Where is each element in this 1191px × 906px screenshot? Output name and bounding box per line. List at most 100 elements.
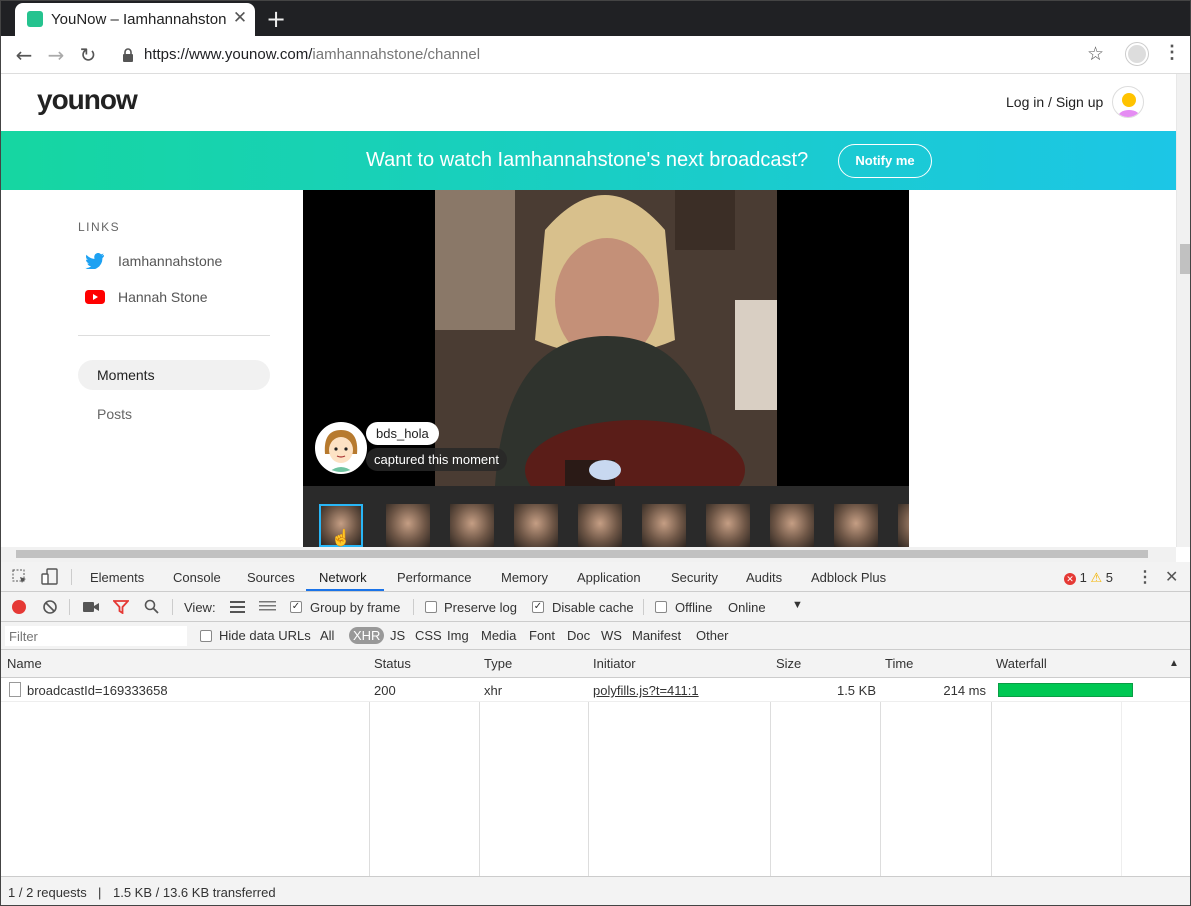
row-name[interactable]: broadcastId=169333658 [27, 683, 168, 698]
column-header-name[interactable]: Name [7, 656, 42, 671]
column-header-size[interactable]: Size [776, 656, 801, 671]
sort-up-icon[interactable]: ▲ [1169, 658, 1179, 669]
row-type: xhr [484, 683, 503, 698]
vertical-scroll-thumb[interactable] [1180, 244, 1190, 274]
younow-logo[interactable]: younow [37, 84, 138, 116]
moment-thumbnail[interactable] [706, 504, 750, 547]
moment-username[interactable]: bds_hola [366, 422, 439, 445]
warning-count: 5 [1105, 570, 1113, 585]
filter-type-img[interactable]: Img [447, 628, 469, 643]
new-tab-button[interactable]: + [266, 5, 286, 33]
kebab-menu-icon[interactable]: ⋮ [1163, 42, 1181, 63]
url-host: https://www.younow.com/ [144, 46, 313, 63]
tab-memory[interactable]: Memory [501, 570, 548, 585]
nav-moments[interactable]: Moments [78, 360, 270, 390]
page-vertical-scrollbar[interactable] [1176, 74, 1190, 547]
moment-thumbnail[interactable] [642, 504, 686, 547]
moment-video-player[interactable]: bds_hola captured this moment [303, 190, 909, 486]
issue-counter[interactable]: ✕ 1 ⚠ 5 [1064, 570, 1113, 586]
close-tab-icon[interactable]: ✕ [231, 8, 249, 28]
toolbar-divider [413, 599, 414, 615]
inspect-element-icon[interactable] [12, 569, 28, 585]
video-frame [435, 190, 777, 486]
moment-thumbnail[interactable] [514, 504, 558, 547]
device-toolbar-icon[interactable] [41, 568, 59, 586]
large-rows-icon[interactable] [230, 601, 245, 613]
waterfall-view-icon[interactable] [259, 601, 276, 613]
column-header-initiator[interactable]: Initiator [593, 656, 636, 671]
filter-type-all[interactable]: All [320, 628, 334, 643]
nav-posts[interactable]: Posts [97, 406, 132, 422]
tab-audits[interactable]: Audits [746, 570, 782, 585]
column-header-waterfall[interactable]: Waterfall [996, 656, 1047, 671]
tab-application[interactable]: Application [577, 570, 641, 585]
moment-user-avatar[interactable] [315, 422, 367, 474]
younow-favicon-icon [27, 11, 43, 27]
filter-type-font[interactable]: Font [529, 628, 555, 643]
address-bar[interactable]: https://www.younow.com/iamhannahstone/ch… [144, 46, 480, 63]
filter-input[interactable] [5, 626, 187, 646]
toolbar-divider [69, 599, 70, 615]
horizontal-scroll-thumb[interactable] [16, 550, 1148, 558]
tab-adblock-plus[interactable]: Adblock Plus [811, 570, 886, 585]
tab-performance[interactable]: Performance [397, 570, 471, 585]
profile-icon[interactable] [1126, 43, 1148, 65]
throttling-select[interactable]: Online [728, 600, 766, 615]
chevron-down-icon[interactable]: ▼ [792, 599, 803, 611]
tab-console[interactable]: Console [173, 570, 221, 585]
filter-type-css[interactable]: CSS [415, 628, 442, 643]
filter-type-manifest[interactable]: Manifest [632, 628, 681, 643]
moment-thumbnail[interactable]: ☝ [319, 504, 363, 547]
filter-type-js[interactable]: JS [390, 628, 405, 643]
close-devtools-icon[interactable]: ✕ [1165, 567, 1178, 587]
reload-icon[interactable]: ↻ [75, 42, 101, 68]
row-initiator-link[interactable]: polyfills.js?t=411:1 [593, 683, 699, 698]
hide-data-urls-checkbox[interactable] [200, 630, 212, 642]
filter-type-doc[interactable]: Doc [567, 628, 590, 643]
clear-icon[interactable] [43, 600, 57, 614]
filter-type-ws[interactable]: WS [601, 628, 622, 643]
network-toolbar: View: ✓ Group by frame Preserve log ✓ Di… [1, 592, 1190, 622]
bookmark-star-icon[interactable]: ☆ [1087, 43, 1104, 65]
column-header-time[interactable]: Time [885, 656, 913, 671]
filter-funnel-icon[interactable] [113, 600, 129, 614]
back-icon[interactable]: ← [11, 42, 37, 68]
moment-thumbnail[interactable] [834, 504, 878, 547]
filter-type-media[interactable]: Media [481, 628, 516, 643]
search-icon[interactable] [144, 599, 160, 615]
forward-icon[interactable]: → [43, 42, 69, 68]
row-size: 1.5 KB [836, 683, 876, 698]
moment-caption: captured this moment [366, 448, 508, 471]
group-by-frame-checkbox[interactable]: ✓ [290, 601, 302, 613]
moment-thumbnail[interactable] [898, 504, 909, 547]
screenshot-camera-icon[interactable] [83, 601, 99, 613]
banner-text: Want to watch Iamhannahstone's next broa… [366, 149, 809, 171]
table-row[interactable]: broadcastId=169333658 200 xhr polyfills.… [1, 678, 1190, 702]
tab-network[interactable]: Network [319, 570, 367, 585]
tab-sources[interactable]: Sources [247, 570, 295, 585]
browser-toolbar: ← → ↻ https://www.younow.com/iamhannahst… [1, 36, 1190, 74]
tab-elements[interactable]: Elements [90, 570, 144, 585]
moment-thumbnail[interactable] [578, 504, 622, 547]
devtools-menu-icon[interactable]: ⋮ [1137, 567, 1153, 587]
hand-cursor-icon: ☝ [331, 530, 351, 547]
moment-thumbnail[interactable] [770, 504, 814, 547]
browser-tab[interactable]: YouNow – Iamhannahstone ✕ [15, 3, 255, 36]
login-signup-link[interactable]: Log in / Sign up [1006, 94, 1103, 110]
waterfall-bar[interactable] [998, 683, 1133, 697]
column-header-status[interactable]: Status [374, 656, 411, 671]
preserve-log-checkbox[interactable] [425, 601, 437, 613]
filter-type-xhr[interactable]: XHR [349, 627, 385, 644]
moment-thumbnail[interactable] [386, 504, 430, 547]
column-header-type[interactable]: Type [484, 656, 512, 671]
tab-security[interactable]: Security [671, 570, 718, 585]
notify-me-button[interactable]: Notify me [838, 144, 932, 178]
user-avatar-icon[interactable] [1112, 86, 1144, 118]
page-horizontal-scrollbar[interactable] [1, 547, 1176, 562]
devtools-panel: Elements Console Sources Network Perform… [1, 562, 1190, 905]
offline-checkbox[interactable] [655, 601, 667, 613]
record-icon[interactable] [12, 600, 26, 614]
moment-thumbnail[interactable] [450, 504, 494, 547]
filter-type-other[interactable]: Other [696, 628, 729, 643]
disable-cache-checkbox[interactable]: ✓ [532, 601, 544, 613]
